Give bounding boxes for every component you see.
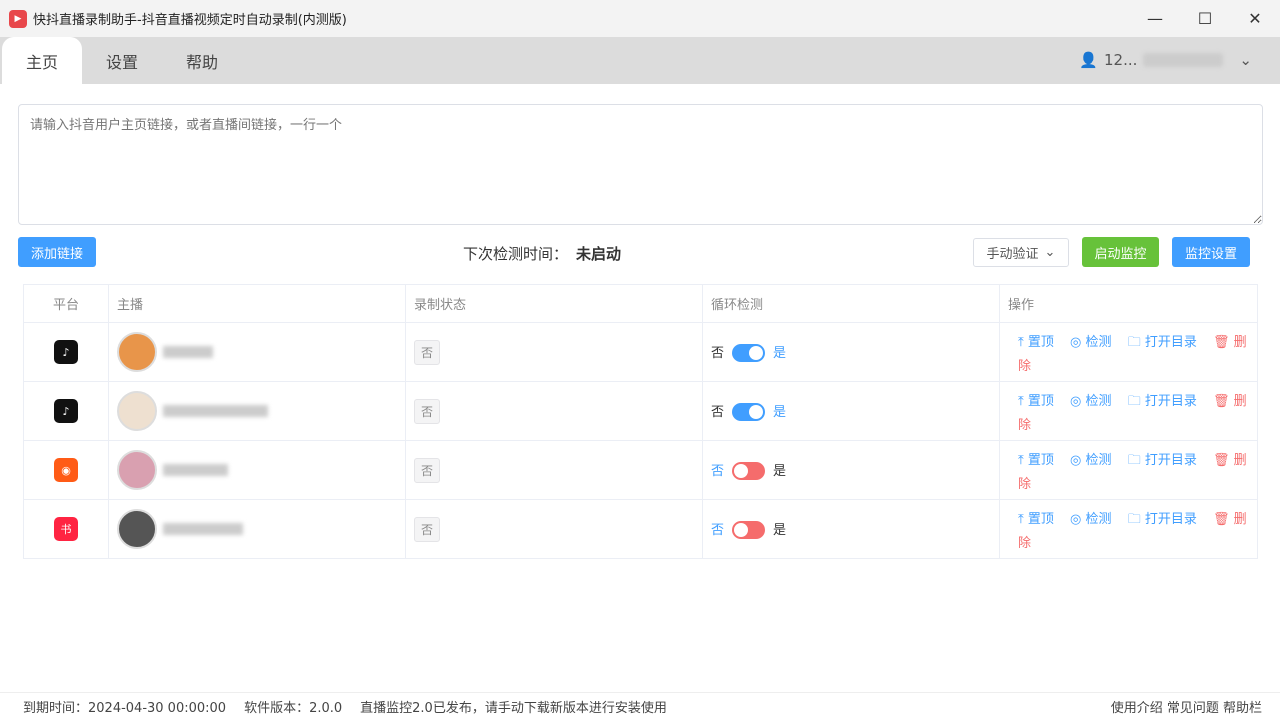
- upload-icon: ⤒: [1018, 334, 1024, 350]
- record-status-badge: 否: [414, 398, 441, 424]
- user-name: 12...: [1104, 51, 1138, 69]
- switch-no-label: 否: [711, 522, 725, 538]
- switch-yes-label: 是: [773, 522, 787, 538]
- pin-top-button[interactable]: ⤒ 置顶: [1018, 512, 1054, 527]
- upload-icon: ⤒: [1018, 393, 1024, 409]
- minimize-button[interactable]: —: [1130, 9, 1180, 28]
- record-status-badge: 否: [414, 457, 441, 483]
- xiaohongshu-platform-icon: 书: [54, 517, 78, 541]
- pin-top-button[interactable]: ⤒ 置顶: [1018, 453, 1054, 468]
- tab-home[interactable]: 主页: [2, 37, 82, 84]
- expire-time: 到期时间：2024-04-30 00:00:00: [23, 701, 227, 716]
- compass-icon: ◎: [1070, 511, 1082, 527]
- avatar: [117, 332, 157, 372]
- tab-help[interactable]: 帮助: [162, 37, 242, 84]
- header-actions: 操作: [999, 284, 1258, 323]
- tab-bar: 主页 设置 帮助 👤 12... ⌄: [0, 37, 1280, 84]
- compass-icon: ◎: [1070, 393, 1082, 409]
- open-folder-button[interactable]: 🗀 打开目录: [1128, 394, 1197, 409]
- check-button[interactable]: ◎ 检测: [1070, 453, 1112, 468]
- open-folder-button[interactable]: 🗀 打开目录: [1128, 335, 1197, 350]
- close-button[interactable]: ✕: [1230, 9, 1280, 28]
- manual-verify-dropdown[interactable]: 手动验证 ⌄: [973, 238, 1069, 267]
- check-button[interactable]: ◎ 检测: [1070, 512, 1112, 527]
- table-row: 书 否 否是 ⤒ 置顶 ◎ 检测 🗀 打开目录 🗑 删除: [23, 499, 1258, 559]
- chevron-down-icon: ⌄: [1239, 51, 1252, 69]
- loop-check-toggle[interactable]: [732, 344, 766, 363]
- header-loop-check: 循环检测: [702, 284, 1000, 323]
- avatar: [117, 509, 157, 549]
- monitor-settings-button[interactable]: 监控设置: [1172, 237, 1250, 267]
- next-check-label: 下次检测时间：: [463, 245, 569, 263]
- table-row: ♪ 否 否是 ⤒ 置顶 ◎ 检测 🗀 打开目录 🗑 删除: [23, 322, 1258, 382]
- tab-settings[interactable]: 设置: [82, 37, 162, 84]
- user-menu[interactable]: 👤 12... ⌄: [1079, 51, 1252, 69]
- douyin-platform-icon: ♪: [54, 399, 78, 423]
- switch-no-label: 否: [711, 404, 725, 420]
- avatar: [117, 391, 157, 431]
- maximize-button[interactable]: ☐: [1180, 9, 1230, 28]
- open-folder-button[interactable]: 🗀 打开目录: [1128, 512, 1197, 527]
- loop-check-toggle[interactable]: [732, 403, 766, 422]
- help-links[interactable]: 使用介绍 常见问题 帮助栏: [1111, 697, 1262, 716]
- switch-yes-label: 是: [773, 463, 787, 479]
- trash-icon: 🗑: [1213, 334, 1230, 350]
- title-bar: ▶ 快抖直播录制助手-抖音直播视频定时自动录制(内测版) — ☐ ✕: [0, 0, 1280, 37]
- table-row: ♪ 否 否是 ⤒ 置顶 ◎ 检测 🗀 打开目录 🗑 删除: [23, 381, 1258, 441]
- pin-top-button[interactable]: ⤒ 置顶: [1018, 394, 1054, 409]
- streamer-name-redacted: [163, 523, 243, 535]
- window-title: 快抖直播录制助手-抖音直播视频定时自动录制(内测版): [33, 13, 347, 28]
- trash-icon: 🗑: [1213, 393, 1230, 409]
- avatar: [117, 450, 157, 490]
- chevron-down-icon: ⌄: [1044, 245, 1056, 260]
- upload-icon: ⤒: [1018, 511, 1024, 527]
- trash-icon: 🗑: [1213, 511, 1230, 527]
- user-icon: 👤: [1079, 51, 1099, 69]
- loop-check-toggle[interactable]: [732, 521, 766, 540]
- notice: 直播监控2.0已发布，请手动下载新版本进行安装使用: [360, 701, 667, 716]
- switch-no-label: 否: [711, 463, 725, 479]
- switch-yes-label: 是: [773, 404, 787, 420]
- streamer-table: 平台 主播 录制状态 循环检测 操作 ♪ 否 否是 ⤒ 置顶 ◎ 检测 🗀 打开…: [23, 284, 1258, 559]
- add-link-button[interactable]: 添加链接: [18, 237, 96, 267]
- header-record-status: 录制状态: [405, 284, 703, 323]
- check-button[interactable]: ◎ 检测: [1070, 394, 1112, 409]
- kuaishou-platform-icon: ◉: [54, 458, 78, 482]
- link-input[interactable]: [18, 104, 1263, 225]
- open-folder-button[interactable]: 🗀 打开目录: [1128, 453, 1197, 468]
- next-check-value: 未启动: [576, 245, 622, 263]
- start-monitor-button[interactable]: 启动监控: [1082, 237, 1159, 267]
- record-status-badge: 否: [414, 516, 441, 542]
- switch-yes-label: 是: [773, 345, 787, 361]
- trash-icon: 🗑: [1213, 452, 1230, 468]
- record-status-badge: 否: [414, 339, 441, 365]
- douyin-platform-icon: ♪: [54, 340, 78, 364]
- folder-icon: 🗀: [1127, 393, 1141, 409]
- compass-icon: ◎: [1070, 452, 1082, 468]
- manual-verify-label: 手动验证: [986, 247, 1039, 262]
- compass-icon: ◎: [1070, 334, 1082, 350]
- check-button[interactable]: ◎ 检测: [1070, 335, 1112, 350]
- pin-top-button[interactable]: ⤒ 置顶: [1018, 335, 1054, 350]
- app-logo-icon: ▶: [9, 9, 27, 28]
- switch-no-label: 否: [711, 345, 725, 361]
- streamer-name-redacted: [163, 464, 228, 476]
- next-check: 下次检测时间： 未启动: [463, 243, 621, 264]
- software-version: 软件版本：2.0.0: [244, 701, 343, 716]
- streamer-name-redacted: [163, 346, 213, 358]
- folder-icon: 🗀: [1127, 452, 1141, 468]
- folder-icon: 🗀: [1127, 334, 1141, 350]
- folder-icon: 🗀: [1127, 511, 1141, 527]
- loop-check-toggle[interactable]: [732, 462, 766, 481]
- streamer-name-redacted: [163, 405, 268, 417]
- upload-icon: ⤒: [1018, 452, 1024, 468]
- header-streamer: 主播: [108, 284, 406, 323]
- header-platform: 平台: [23, 284, 109, 323]
- table-row: ◉ 否 否是 ⤒ 置顶 ◎ 检测 🗀 打开目录 🗑 删除: [23, 440, 1258, 500]
- status-bar: 到期时间：2024-04-30 00:00:00 软件版本：2.0.0 直播监控…: [0, 692, 1280, 720]
- user-name-redacted: [1143, 53, 1224, 67]
